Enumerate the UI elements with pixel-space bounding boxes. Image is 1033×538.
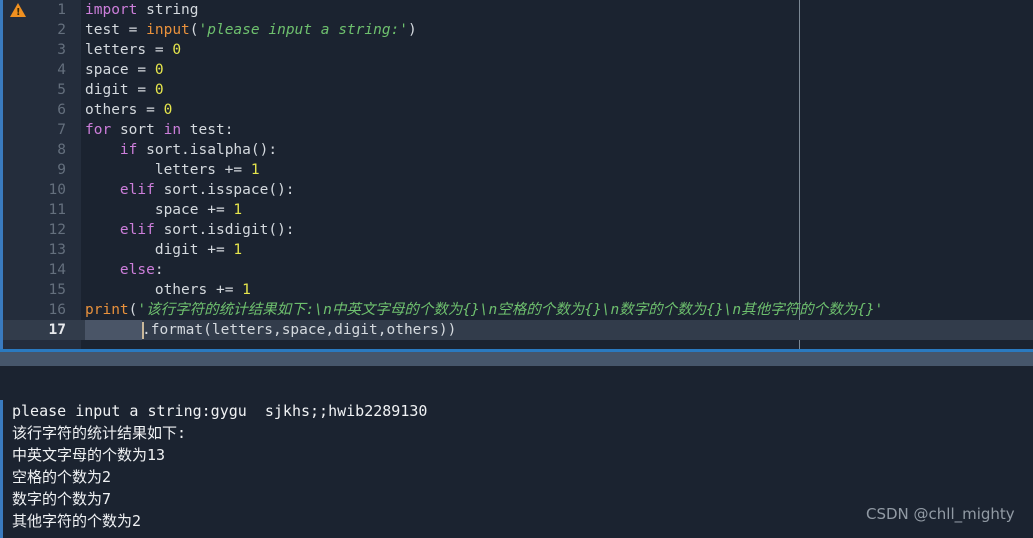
code-line[interactable]: 10 elif sort.isspace(): — [0, 180, 1033, 200]
code-line-active[interactable]: 17 .format(letters,space,digit,others)) — [0, 320, 1033, 340]
console-header-bar: Console 1/A ✕ — [0, 366, 1033, 400]
line-number: 3 — [57, 42, 66, 58]
line-number: 5 — [57, 82, 66, 98]
code-line[interactable]: 8 if sort.isalpha(): — [0, 140, 1033, 160]
code-line[interactable]: 3 letters = 0 — [0, 40, 1033, 60]
console-output-line: 空格的个数为2 — [12, 468, 112, 486]
console-output-line: 该行字符的统计结果如下: — [12, 424, 187, 442]
code-line-text: import string — [85, 2, 199, 18]
code-line-text: letters = 0 — [85, 42, 182, 58]
code-line[interactable]: ! 1 import string — [0, 0, 1033, 20]
code-line-text: for sort in test: — [85, 122, 234, 138]
line-number: 12 — [48, 222, 66, 238]
code-line-text: others += 1 — [154, 282, 251, 298]
code-line-text: others = 0 — [85, 102, 173, 118]
code-editor-pane[interactable]: ! 1 import string 2 test = input('please… — [0, 0, 1033, 352]
line-number: 4 — [57, 62, 66, 78]
line-number: 10 — [48, 182, 66, 198]
line-number: 1 — [57, 2, 66, 18]
code-line-text: digit = 0 — [85, 82, 164, 98]
line-number: 14 — [48, 262, 66, 278]
line-number: 8 — [57, 142, 66, 158]
code-line[interactable]: 7 for sort in test: — [0, 120, 1033, 140]
pane-splitter[interactable] — [0, 352, 1033, 366]
code-line[interactable]: 9 letters += 1 — [0, 160, 1033, 180]
code-line-text: letters += 1 — [154, 162, 260, 178]
line-number: 6 — [57, 102, 66, 118]
code-line-text: space += 1 — [154, 202, 243, 218]
line-number: 16 — [48, 302, 66, 318]
console-output-line: 中英文字母的个数为13 — [12, 446, 166, 464]
line-number: 9 — [57, 162, 66, 178]
line-number: 17 — [48, 322, 66, 338]
code-line-text: else: — [119, 262, 164, 278]
line-number: 13 — [48, 242, 66, 258]
indent-selection-highlight — [85, 320, 142, 340]
line-number: 7 — [57, 122, 66, 138]
code-line[interactable]: 6 others = 0 — [0, 100, 1033, 120]
code-line[interactable]: 15 others += 1 — [0, 280, 1033, 300]
code-line-text: if sort.isalpha(): — [119, 142, 278, 158]
code-line[interactable]: 2 test = input('please input a string:') — [0, 20, 1033, 40]
code-line-text: elif sort.isspace(): — [119, 182, 295, 198]
code-line[interactable]: 5 digit = 0 — [0, 80, 1033, 100]
console-output-line: please input a string:gygu sjkhs;;hwib22… — [12, 402, 428, 420]
code-line-text: elif sort.isdigit(): — [119, 222, 295, 238]
code-line[interactable]: 12 elif sort.isdigit(): — [0, 220, 1033, 240]
code-lines-container[interactable]: ! 1 import string 2 test = input('please… — [0, 0, 1033, 340]
line-number: 2 — [57, 22, 66, 38]
console-left-accent-bar — [0, 400, 3, 538]
python-ide-window: ! 1 import string 2 test = input('please… — [0, 0, 1033, 538]
code-line-text: print('该行字符的统计结果如下:\n中英文字母的个数为{}\n空格的个数为… — [85, 302, 884, 318]
code-line-text: .format(letters,space,digit,others)) — [142, 322, 457, 338]
code-line[interactable]: 4 space = 0 — [0, 60, 1033, 80]
watermark-text: CSDN @chll_mighty — [866, 505, 1015, 523]
code-line[interactable]: 11 space += 1 — [0, 200, 1033, 220]
code-line-text: space = 0 — [85, 62, 164, 78]
code-line[interactable]: 13 digit += 1 — [0, 240, 1033, 260]
code-line-text: test = input('please input a string:') — [85, 22, 417, 38]
code-line[interactable]: 16 print('该行字符的统计结果如下:\n中英文字母的个数为{}\n空格的… — [0, 300, 1033, 320]
code-line-text: digit += 1 — [154, 242, 243, 258]
code-line[interactable]: 14 else: — [0, 260, 1033, 280]
line-number: 15 — [48, 282, 66, 298]
line-number: 11 — [48, 202, 66, 218]
